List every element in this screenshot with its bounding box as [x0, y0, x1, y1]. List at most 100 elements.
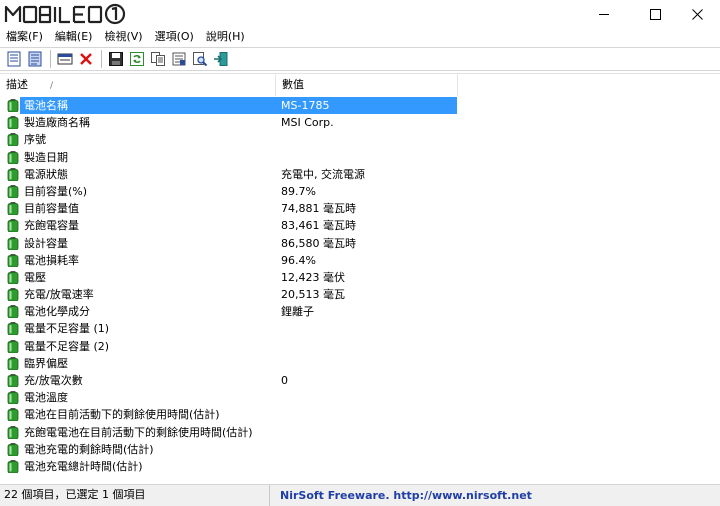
- battery-icon: [7, 459, 19, 473]
- table-row[interactable]: 充飽電容量 83,461 毫瓦時: [0, 217, 720, 234]
- table-row[interactable]: 電池化學成分 鋰離子: [0, 303, 720, 320]
- find-button[interactable]: [190, 49, 210, 69]
- table-row[interactable]: 設計容量 86,580 毫瓦時: [0, 235, 720, 252]
- row-description: 電池充電總計時間(估計): [24, 459, 143, 473]
- row-description: 電池化學成分: [24, 305, 90, 319]
- minimize-button[interactable]: [581, 0, 627, 28]
- row-description: 電池在目前活動下的剩餘使用時間(估計): [24, 408, 220, 422]
- table-row[interactable]: 充/放電次數 0: [0, 372, 720, 389]
- table-row[interactable]: 電池溫度: [0, 389, 720, 406]
- maximize-icon: [649, 8, 661, 20]
- maximize-button[interactable]: [632, 0, 678, 28]
- row-value: 20,513 毫瓦: [281, 288, 345, 302]
- exit-button[interactable]: [211, 49, 231, 69]
- battery-icon: [7, 356, 19, 370]
- battery-info-list[interactable]: 描述 / 數值 電池名稱 MS-1785 製造廠商名稱 MSI Corp. 序號 製造日期電…: [0, 73, 720, 484]
- battery-icon: [7, 408, 19, 422]
- text-report-button[interactable]: [25, 49, 45, 69]
- html-report-button[interactable]: [4, 49, 24, 69]
- toolbar-separator: [50, 50, 51, 68]
- delete-button[interactable]: [76, 49, 96, 69]
- battery-icon: [7, 374, 19, 387]
- battery-icon: [7, 339, 19, 353]
- row-description: 電池充電的剩餘時間(估計): [24, 442, 154, 456]
- battery-icon: [7, 133, 19, 147]
- menu-help[interactable]: 說明(H): [200, 28, 251, 46]
- battery-icon: [7, 219, 19, 233]
- save-button[interactable]: [106, 49, 126, 69]
- row-description: 目前容量(%): [24, 184, 88, 198]
- row-value: 83,461 毫瓦時: [281, 219, 356, 233]
- save-icon: [109, 52, 123, 66]
- row-description: 電量不足容量 (1): [24, 322, 110, 336]
- table-row[interactable]: 目前容量值 74,881 毫瓦時: [0, 200, 720, 217]
- column-header-description-label: 描述: [6, 78, 28, 91]
- exit-icon: [214, 52, 228, 66]
- minimize-icon: [598, 13, 609, 15]
- properties-button[interactable]: [55, 49, 75, 69]
- row-description: 充飽電電池在目前活動下的剩餘使用時間(估計): [24, 425, 253, 439]
- battery-icon: [7, 425, 19, 439]
- battery-icon: [7, 288, 19, 302]
- row-value: MS-1785: [281, 99, 330, 112]
- battery-icon: [7, 391, 19, 405]
- refresh-button[interactable]: [127, 49, 147, 69]
- html-report-icon: [7, 51, 21, 67]
- row-description: 充/放電次數: [24, 374, 83, 387]
- selection-highlight: [20, 97, 457, 114]
- table-row[interactable]: 電源狀態 充電中, 交流電源: [0, 166, 720, 183]
- menu-file[interactable]: 檔案(F): [0, 28, 49, 46]
- column-header-value-label: 數值: [282, 78, 304, 91]
- menu-view[interactable]: 檢視(V): [98, 28, 148, 46]
- table-row[interactable]: 電池損耗率 96.4%: [0, 252, 720, 269]
- row-description: 設計容量: [24, 236, 68, 250]
- column-header-value[interactable]: 數值: [276, 74, 458, 96]
- copy-button[interactable]: [148, 49, 168, 69]
- row-value: 鋰離子: [281, 305, 314, 319]
- table-row[interactable]: 充電/放電速率 20,513 毫瓦: [0, 286, 720, 303]
- table-row[interactable]: 電池在目前活動下的剩餘使用時間(估計): [0, 406, 720, 423]
- row-description: 臨界偏壓: [24, 356, 68, 370]
- battery-icon: [7, 305, 19, 319]
- table-row[interactable]: 製造日期: [0, 149, 720, 166]
- status-item-count: 22 個項目，已選定 1 個項目: [0, 485, 270, 506]
- row-description: 電池溫度: [24, 391, 68, 405]
- list-rows: 電池名稱 MS-1785 製造廠商名稱 MSI Corp. 序號製造日期 電源狀態 充電中,…: [0, 97, 720, 475]
- title-bar: [0, 0, 720, 28]
- table-row[interactable]: 電量不足容量 (1): [0, 320, 720, 337]
- table-row[interactable]: 製造廠商名稱 MSI Corp.: [0, 114, 720, 131]
- row-value: MSI Corp.: [281, 116, 334, 130]
- table-row[interactable]: 電量不足容量 (2): [0, 338, 720, 355]
- table-row[interactable]: 目前容量(%) 89.7%: [0, 183, 720, 200]
- row-description: 序號: [24, 133, 46, 147]
- table-row[interactable]: 電壓 12,423 毫伏: [0, 269, 720, 286]
- row-value: 74,881 毫瓦時: [281, 202, 356, 216]
- row-description: 電池名稱: [24, 99, 68, 112]
- battery-icon: [7, 116, 19, 130]
- row-description: 電源狀態: [24, 167, 68, 181]
- options-button[interactable]: [169, 49, 189, 69]
- menu-bar: 檔案(F) 編輯(E) 檢視(V) 選項(O) 說明(H): [0, 28, 720, 46]
- table-row[interactable]: 電池充電的剩餘時間(估計): [0, 441, 720, 458]
- table-row[interactable]: 電池名稱 MS-1785: [0, 97, 720, 114]
- properties-icon: [57, 53, 73, 65]
- menu-options[interactable]: 選項(O): [149, 28, 200, 46]
- battery-icon: [7, 270, 19, 284]
- toolbar-separator: [101, 50, 102, 68]
- table-row[interactable]: 序號: [0, 131, 720, 148]
- column-header-description[interactable]: 描述 /: [0, 74, 276, 96]
- row-description: 電池損耗率: [24, 253, 79, 267]
- row-description: 目前容量值: [24, 202, 79, 216]
- toolbar: [0, 47, 720, 71]
- row-description: 電壓: [24, 270, 46, 284]
- close-button[interactable]: [674, 0, 720, 28]
- battery-icon: [7, 150, 19, 164]
- status-nirsoft-link[interactable]: NirSoft Freeware. http://www.nirsoft.net: [270, 486, 532, 506]
- table-row[interactable]: 充飽電電池在目前活動下的剩餘使用時間(估計): [0, 424, 720, 441]
- delete-icon: [80, 53, 92, 65]
- battery-icon: [7, 253, 19, 267]
- table-row[interactable]: 臨界偏壓: [0, 355, 720, 372]
- table-row[interactable]: 電池充電總計時間(估計): [0, 458, 720, 475]
- menu-edit[interactable]: 編輯(E): [49, 28, 99, 46]
- battery-icon: [7, 99, 19, 112]
